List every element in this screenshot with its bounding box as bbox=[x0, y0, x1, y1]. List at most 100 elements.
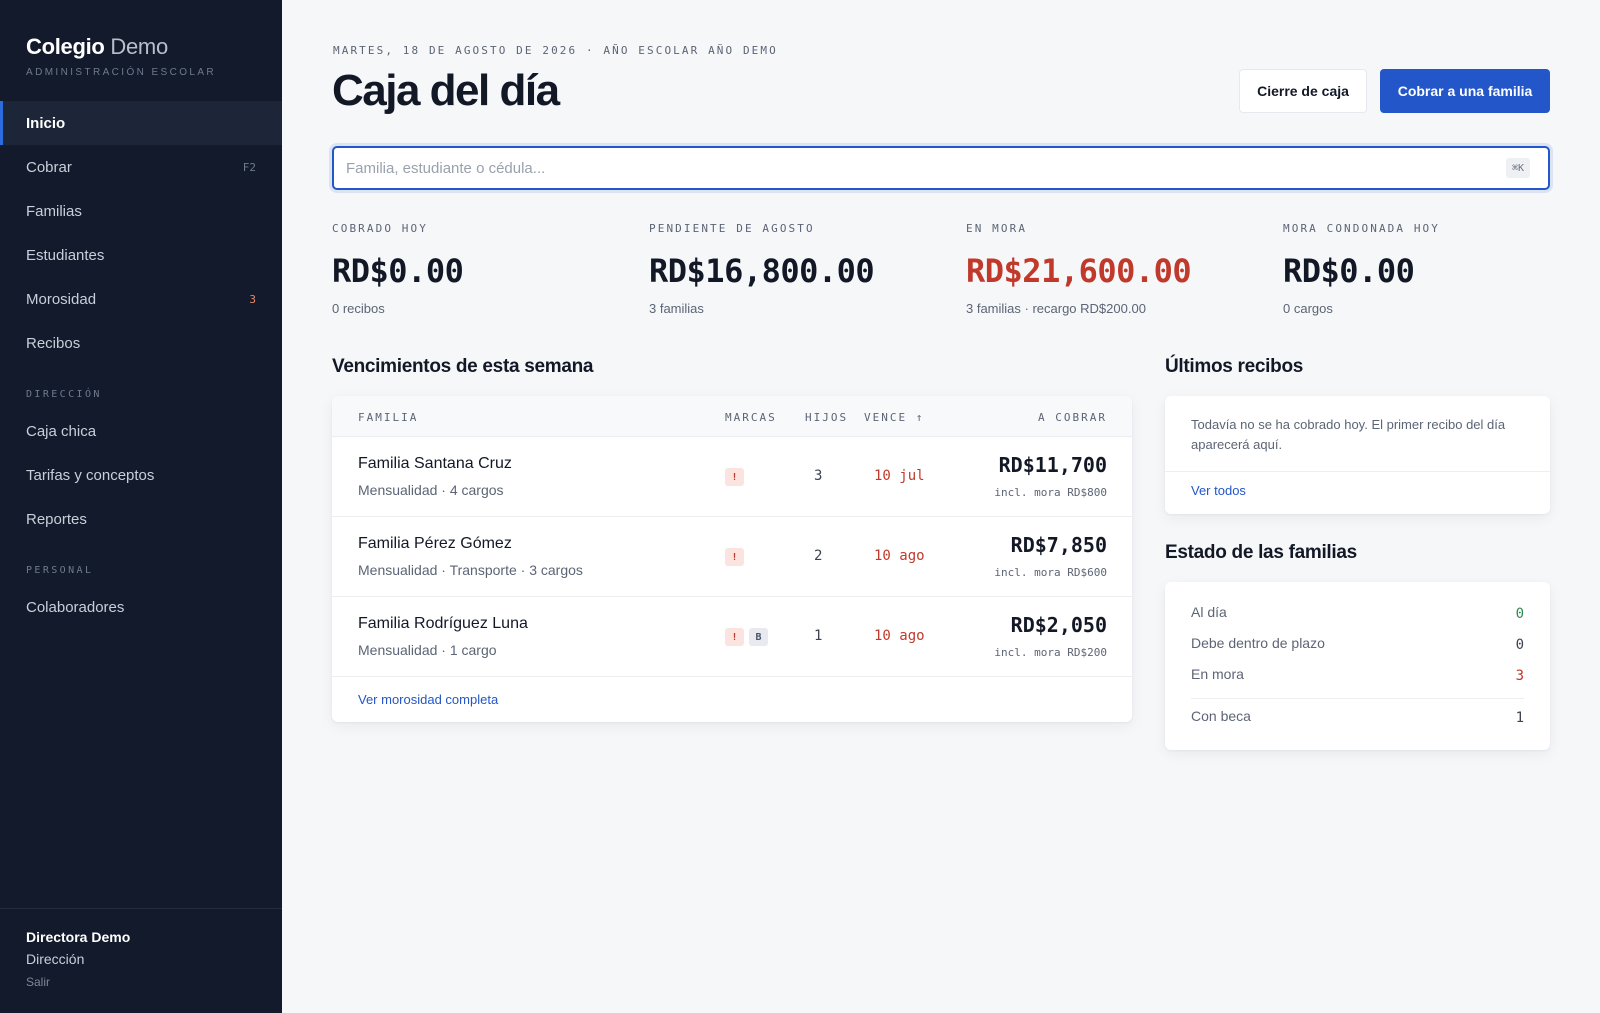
stat-sub: 3 familias bbox=[649, 301, 704, 316]
overdue-mark: ! bbox=[725, 628, 744, 646]
search-box: ⌘K bbox=[332, 146, 1550, 190]
family-charges: Mensualidad · 1 cargo bbox=[358, 642, 497, 658]
date-line: MARTES, 18 DE AGOSTO DE 2026 · AÑO ESCOL… bbox=[333, 44, 778, 57]
amount-due: RD$2,050 bbox=[1010, 613, 1107, 637]
cash-close-button[interactable]: Cierre de caja bbox=[1239, 69, 1367, 113]
divider bbox=[1191, 698, 1524, 699]
section-heading-personal: PERSONAL bbox=[26, 565, 94, 576]
view-delinquency-link[interactable]: Ver morosidad completa bbox=[358, 692, 498, 707]
brand-logo[interactable]: Colegio Demo bbox=[26, 34, 168, 60]
sidebar: Colegio Demo ADMINISTRACIÓN ESCOLAR Inic… bbox=[0, 0, 282, 1013]
column-header-hijos: HIJOS bbox=[805, 411, 849, 424]
table-row[interactable]: Familia Santana Cruz Mensualidad · 4 car… bbox=[332, 437, 1132, 517]
family-charges: Mensualidad · 4 cargos bbox=[358, 482, 504, 498]
brand-name: Colegio bbox=[26, 34, 105, 59]
due-date: 10 ago bbox=[874, 548, 925, 564]
overdue-mark: ! bbox=[725, 468, 744, 486]
sidebar-item-recibos[interactable]: Recibos bbox=[0, 321, 282, 365]
status-count: 0 bbox=[1515, 606, 1524, 622]
stat-label: MORA CONDONADA HOY bbox=[1283, 222, 1441, 235]
stat-value: RD$16,800.00 bbox=[649, 252, 875, 290]
status-label: Con beca bbox=[1191, 708, 1251, 724]
sidebar-item-morosidad[interactable]: Morosidad 3 bbox=[0, 277, 282, 321]
sidebar-item-label: Inicio bbox=[26, 114, 66, 132]
status-count: 0 bbox=[1515, 637, 1524, 653]
column-header-a-cobrar: A COBRAR bbox=[1038, 411, 1107, 424]
section-heading-direccion: DIRECCIÓN bbox=[26, 389, 102, 400]
sidebar-item-label: Reportes bbox=[26, 510, 87, 528]
sidebar-item-label: Morosidad bbox=[26, 290, 97, 308]
sidebar-item-label: Colaboradores bbox=[26, 598, 125, 616]
sidebar-item-label: Cobrar bbox=[26, 158, 72, 176]
shortcut-hint: ⌘K bbox=[1505, 158, 1530, 178]
empty-state-message: Todavía no se ha cobrado hoy. El primer … bbox=[1191, 417, 1506, 452]
status-label: Al día bbox=[1191, 604, 1227, 620]
page-title: Caja del día bbox=[332, 66, 560, 115]
family-name: Familia Santana Cruz bbox=[358, 455, 512, 472]
stat-mora-condonada: MORA CONDONADA HOY RD$0.00 0 cargos bbox=[1283, 222, 1583, 316]
table-row[interactable]: Familia Rodríguez Luna Mensualidad · 1 c… bbox=[332, 597, 1132, 677]
divider bbox=[1165, 471, 1550, 472]
column-header-vence[interactable]: VENCE ↑ bbox=[864, 411, 924, 424]
view-all-receipts-link[interactable]: Ver todos bbox=[1191, 483, 1246, 498]
user-name: Directora Demo bbox=[26, 929, 131, 945]
stat-value: RD$21,600.00 bbox=[966, 252, 1192, 290]
section-title-estado: Estado de las familias bbox=[1165, 542, 1357, 563]
family-name: Familia Pérez Gómez bbox=[358, 535, 512, 552]
sidebar-item-label: Caja chica bbox=[26, 422, 97, 440]
stat-en-mora: EN MORA RD$21,600.00 3 familias · recarg… bbox=[966, 222, 1266, 316]
sidebar-item-tarifas[interactable]: Tarifas y conceptos bbox=[0, 453, 282, 497]
children-count: 3 bbox=[814, 468, 823, 484]
amount-due: RD$7,850 bbox=[1010, 533, 1107, 557]
family-marks: ! B bbox=[725, 628, 768, 646]
sidebar-item-label: Estudiantes bbox=[26, 246, 105, 264]
sidebar-item-cobrar[interactable]: Cobrar F2 bbox=[0, 145, 282, 189]
stat-label: PENDIENTE DE AGOSTO bbox=[649, 222, 815, 235]
brand-subtitle: ADMINISTRACIÓN ESCOLAR bbox=[26, 67, 217, 78]
sidebar-item-label: Recibos bbox=[26, 334, 81, 352]
column-header-familia: FAMILIA bbox=[358, 411, 419, 424]
status-row-al-dia[interactable]: Al día 0 bbox=[1191, 604, 1524, 624]
status-row-con-beca[interactable]: Con beca 1 bbox=[1191, 708, 1524, 728]
stat-pendiente: PENDIENTE DE AGOSTO RD$16,800.00 3 famil… bbox=[649, 222, 949, 316]
sidebar-item-caja-chica[interactable]: Caja chica bbox=[0, 409, 282, 453]
section-title-vencimientos: Vencimientos de esta semana bbox=[332, 356, 594, 377]
late-fee-note: incl. mora RD$200 bbox=[994, 646, 1107, 659]
search-input[interactable] bbox=[346, 157, 1446, 179]
stat-label: COBRADO HOY bbox=[332, 222, 428, 235]
brand-name-light: Demo bbox=[110, 34, 168, 59]
sidebar-item-label: Tarifas y conceptos bbox=[26, 466, 155, 484]
family-marks: ! bbox=[725, 468, 744, 486]
user-role: Dirección bbox=[26, 951, 85, 967]
children-count: 1 bbox=[814, 628, 823, 644]
sidebar-item-estudiantes[interactable]: Estudiantes bbox=[0, 233, 282, 277]
status-row-en-plazo[interactable]: Debe dentro de plazo 0 bbox=[1191, 635, 1524, 655]
count-badge: 3 bbox=[249, 292, 256, 306]
family-name: Familia Rodríguez Luna bbox=[358, 615, 528, 632]
stat-sub: 0 cargos bbox=[1283, 301, 1333, 316]
due-table: FAMILIA MARCAS HIJOS VENCE ↑ A COBRAR Fa… bbox=[332, 396, 1132, 722]
section-title-recibos: Últimos recibos bbox=[1165, 356, 1304, 377]
logout-link[interactable]: Salir bbox=[26, 975, 256, 989]
sidebar-item-colaboradores[interactable]: Colaboradores bbox=[0, 585, 282, 629]
stat-sub: 3 familias · recargo RD$200.00 bbox=[966, 301, 1146, 316]
stat-label: EN MORA bbox=[966, 222, 1028, 235]
column-header-marcas: MARCAS bbox=[725, 411, 777, 424]
family-charges: Mensualidad · Transporte · 3 cargos bbox=[358, 562, 583, 578]
sidebar-nav: Inicio Cobrar F2 Familias Estudiantes Mo… bbox=[0, 101, 282, 629]
charge-family-button[interactable]: Cobrar a una familia bbox=[1380, 69, 1550, 113]
family-marks: ! bbox=[725, 548, 744, 566]
sidebar-item-inicio[interactable]: Inicio bbox=[0, 101, 282, 145]
children-count: 2 bbox=[814, 548, 823, 564]
status-row-en-mora[interactable]: En mora 3 bbox=[1191, 666, 1524, 686]
sidebar-item-familias[interactable]: Familias bbox=[0, 189, 282, 233]
table-row[interactable]: Familia Pérez Gómez Mensualidad · Transp… bbox=[332, 517, 1132, 597]
sidebar-item-reportes[interactable]: Reportes bbox=[0, 497, 282, 541]
stat-sub: 0 recibos bbox=[332, 301, 385, 316]
late-fee-note: incl. mora RD$600 bbox=[994, 566, 1107, 579]
due-date: 10 ago bbox=[874, 628, 925, 644]
scholarship-mark: B bbox=[749, 628, 768, 646]
stat-value: RD$0.00 bbox=[1283, 252, 1415, 290]
status-count: 1 bbox=[1515, 710, 1524, 726]
due-date: 10 jul bbox=[874, 468, 925, 484]
